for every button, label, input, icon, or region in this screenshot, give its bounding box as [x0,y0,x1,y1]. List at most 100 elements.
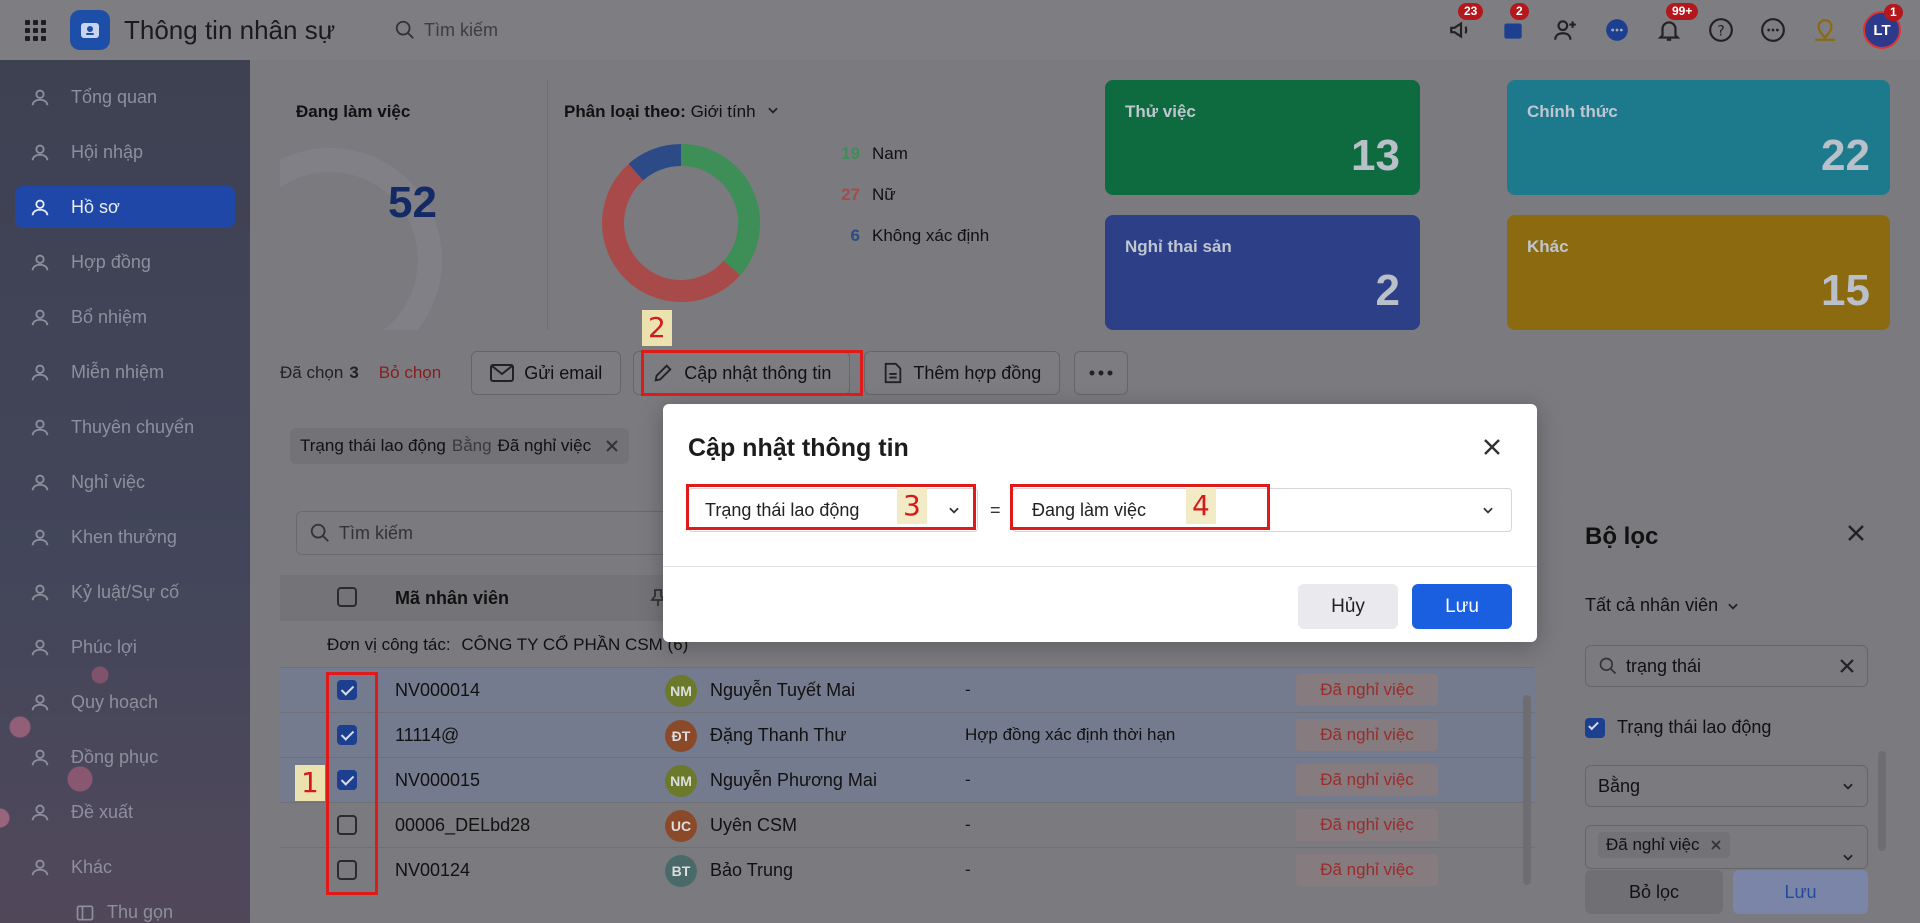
contract-type: - [965,815,971,834]
sidebar-item[interactable]: Hợp đồng [15,241,235,283]
table-row[interactable]: NV000015 NM Nguyễn Phương Mai - Đã nghỉ việc [280,757,1535,802]
avatar: ĐT [665,720,697,752]
sidebar-item[interactable]: Bổ nhiệm [15,296,235,338]
employee-name[interactable]: Đặng Thanh Thư [710,725,846,746]
column-code-header[interactable]: Mã nhân viên [395,588,509,609]
sidebar-item-label: Nghỉ việc [71,471,146,492]
selected-count: 3 [349,363,359,382]
transfer-icon [29,416,51,438]
send-email-button[interactable]: Gửi email [471,351,622,395]
probation-tile[interactable]: Thử việc 13 [1105,80,1420,195]
apps-grid-icon[interactable] [0,0,70,60]
clear-search-icon[interactable] [1839,658,1855,674]
filter-operator-select[interactable]: Bằng [1585,765,1868,807]
donut-slice-Nam[interactable] [680,144,760,276]
annotation-label-2: 2 [642,310,672,346]
table-row[interactable]: 00006_DELbd28 UC Uyên CSM - Đã nghỉ việc [280,802,1535,847]
sidebar-item[interactable]: Tổng quan [15,76,235,118]
deselect-link[interactable]: Bỏ chọn [379,363,441,383]
employee-code: 11114@ [395,725,460,745]
clear-filter-button[interactable]: Bỏ lọc [1585,870,1723,914]
sidebar-item[interactable]: Miễn nhiệm [15,351,235,393]
select-all-checkbox[interactable] [337,587,357,607]
table-row[interactable]: NV000014 NM Nguyễn Tuyết Mai - Đã nghỉ việc [280,667,1535,712]
notification-bell-icon[interactable]: 99+ [1654,3,1699,45]
scope-selector[interactable]: Tất cả nhân viên [1585,595,1740,616]
table-row[interactable]: NV00124 BT Bảo Trung - Đã nghỉ việc [280,847,1535,892]
employee-name[interactable]: Nguyễn Tuyết Mai [710,680,855,701]
sidebar-item[interactable]: Thuyên chuyển [15,406,235,448]
help-icon[interactable]: ? [1706,15,1736,45]
donut-slice-Nữ[interactable] [602,163,741,302]
avatar: BT [665,855,697,887]
collapse-label: Thu gọn [107,902,174,922]
sidebar-item[interactable]: Khen thưởng [15,516,235,558]
sidebar-item[interactable]: Đồng phục [15,736,235,778]
avatar: NM [665,675,697,707]
save-filter-button[interactable]: Lưu [1733,870,1868,914]
legend-label: Nam [872,144,908,163]
global-search-input[interactable] [424,19,624,41]
sidebar-item-label: Miễn nhiệm [71,361,165,382]
chevron-down-icon [768,107,779,114]
employee-name[interactable]: Nguyễn Phương Mai [710,770,877,791]
maternity-tile[interactable]: Nghỉ thai sản 2 [1105,215,1420,330]
legend-count: 27 [841,185,860,204]
remove-tag-icon[interactable] [1710,839,1722,851]
official-tile[interactable]: Chính thức 22 [1507,80,1890,195]
filter-value-select[interactable]: Đã nghỉ việc [1585,825,1868,869]
announcement-icon[interactable]: 23 [1446,3,1484,45]
reward-icon [29,526,51,548]
more-actions-button[interactable] [1074,351,1129,395]
profile-icon [29,196,51,218]
sidebar-item[interactable]: Kỷ luật/Sự cố [15,571,235,613]
svg-text:?: ? [1717,23,1724,39]
sidebar-item[interactable]: Khác [15,846,235,888]
user-avatar[interactable]: LT 1 [1862,4,1903,50]
table-row[interactable]: 11114@ ĐT Đặng Thanh Thư Hợp đồng xác định … [280,712,1535,757]
filter-field-checkbox-row[interactable]: Trạng thái lao động [1585,717,1771,738]
filter-search-field[interactable]: trạng thái [1585,645,1868,687]
close-icon[interactable] [1846,523,1866,543]
status-badge: Đã nghỉ việc [1296,854,1438,886]
close-icon[interactable] [1481,436,1503,458]
table-search-input[interactable] [339,522,699,544]
other-tile[interactable]: Khác 15 [1507,215,1890,330]
add-user-icon[interactable] [1550,15,1580,45]
cancel-button[interactable]: Hủy [1298,584,1398,629]
table-scrollbar[interactable] [1523,695,1531,885]
sidebar-item[interactable]: Nghỉ việc [15,461,235,503]
onboarding-icon [29,141,51,163]
table-search[interactable] [296,511,716,555]
cart-icon[interactable]: 2 [1498,3,1529,45]
document-icon [885,362,902,384]
remove-chip-icon[interactable] [605,439,619,453]
app-logo-icon [70,10,110,50]
legend-item: 6 Không xác định [838,226,990,246]
add-contract-button[interactable]: Thêm hợp đồng [864,351,1061,395]
avatar-badge: 1 [1884,4,1903,21]
filter-chip[interactable]: Trạng thái lao động Bằng Đã nghỉ việc [290,428,630,464]
employee-code: NV00124 [395,860,471,880]
employee-name[interactable]: Uyên CSM [710,815,797,836]
sidebar-item[interactable]: Hội nhập [15,131,235,173]
location-badge-icon[interactable] [1810,15,1840,45]
more-options-icon[interactable] [1758,15,1788,45]
donut-slice-Không xác định[interactable] [628,144,682,181]
legend-item: 27 Nữ [838,185,896,205]
collapse-sidebar-button[interactable]: Thu gọn [75,902,173,923]
sidebar-item[interactable]: Đề xuất [15,791,235,833]
modal-title: Cập nhật thông tin [688,434,909,462]
sidebar-item-label: Khác [71,856,113,877]
classify-selector[interactable]: Phân loại theo: Giới tính [564,102,780,122]
save-button[interactable]: Lưu [1412,584,1512,629]
filter-field-checkbox[interactable] [1585,717,1605,738]
sidebar-item[interactable]: Hồ sơ [15,186,235,228]
chat-icon[interactable] [1602,15,1632,45]
sidebar-item[interactable]: Phúc lợi [15,626,235,668]
panel-scrollbar[interactable] [1878,751,1886,851]
global-search[interactable] [394,19,624,41]
employee-name[interactable]: Bảo Trung [710,860,793,881]
sidebar-item[interactable]: Quy hoạch [15,681,235,723]
sidebar-item-label: Hồ sơ [71,196,120,217]
